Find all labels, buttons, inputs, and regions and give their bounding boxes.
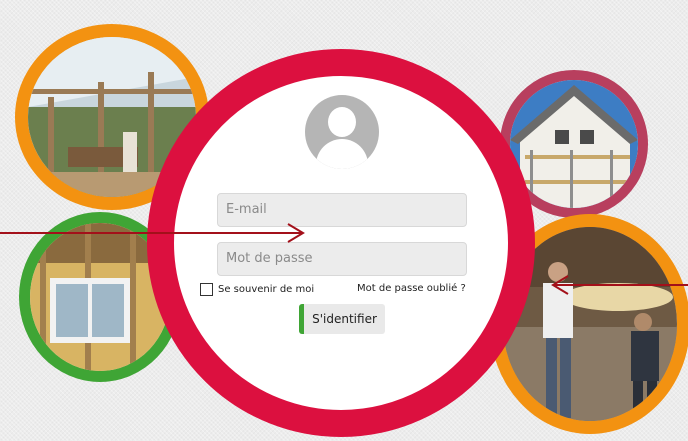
arrow-right-icon <box>0 223 305 243</box>
password-placeholder: Mot de passe <box>226 251 313 266</box>
remember-label: Se souvenir de moi <box>218 284 315 295</box>
arrow-left-icon <box>551 275 688 295</box>
remember-me[interactable]: Se souvenir de moi <box>200 283 314 296</box>
password-field[interactable]: Mot de passe <box>217 242 467 276</box>
remember-checkbox[interactable] <box>200 283 213 296</box>
user-avatar-icon <box>305 95 379 169</box>
forgot-password-link[interactable]: Mot de passe oublié ? <box>357 283 466 294</box>
login-button[interactable]: S'identifier <box>299 304 385 334</box>
email-placeholder: E-mail <box>226 202 267 217</box>
